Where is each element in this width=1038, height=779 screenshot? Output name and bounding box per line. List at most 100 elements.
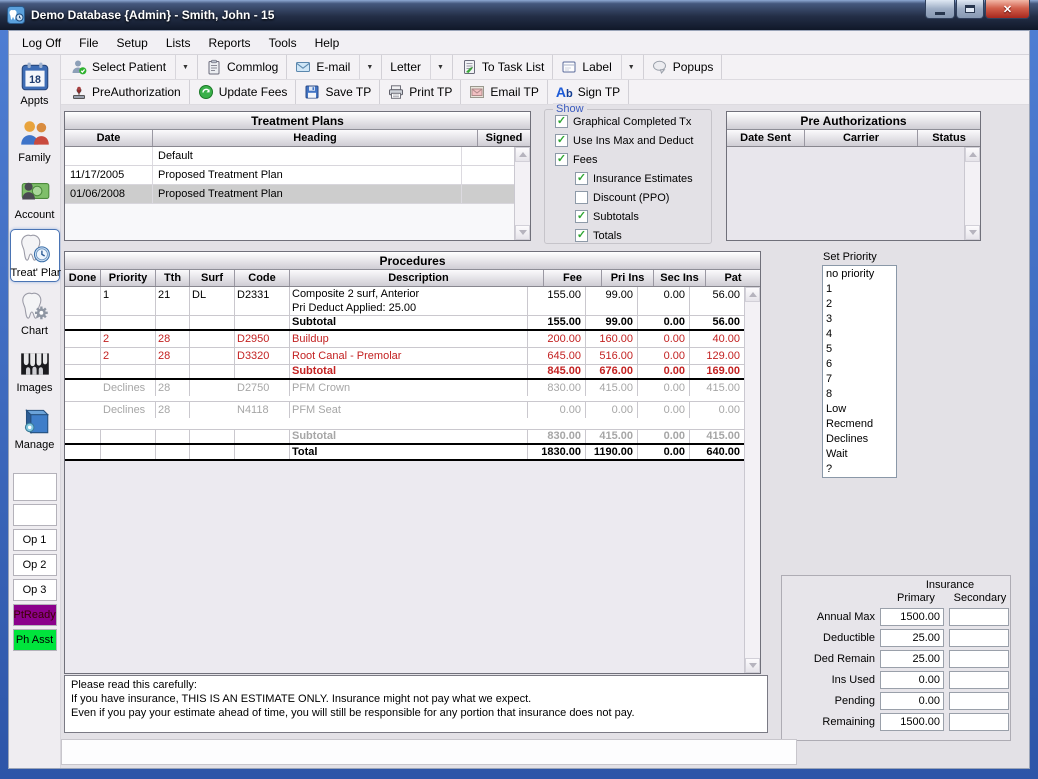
priority-option[interactable]: Declines xyxy=(826,432,896,447)
annual-max-secondary-field[interactable] xyxy=(949,608,1009,626)
op-button-1[interactable]: Op 1 xyxy=(13,529,57,551)
menu-lists[interactable]: Lists xyxy=(157,33,200,53)
priority-option[interactable]: 6 xyxy=(826,357,896,372)
maximize-button[interactable] xyxy=(956,0,984,19)
priority-option[interactable]: Low xyxy=(826,402,896,417)
manage-icon xyxy=(18,404,52,438)
scroll-down-button[interactable] xyxy=(965,225,980,240)
to-task-list-button[interactable]: To Task List xyxy=(453,55,553,79)
procedure-row[interactable]: 2 28 D3320 Root Canal - Premolar 645.00 … xyxy=(65,348,744,365)
scroll-up-button[interactable] xyxy=(515,147,530,162)
minimize-button[interactable] xyxy=(925,0,955,19)
set-priority-list[interactable]: no priority 1 2 3 4 5 6 7 8 Low Recmend … xyxy=(822,265,897,478)
checkbox-fees[interactable]: ✓ Fees xyxy=(555,152,711,167)
checkbox-use-ins-max-and-deduct[interactable]: ✓ Use Ins Max and Deduct xyxy=(555,133,711,148)
save-tp-button[interactable]: Save TP xyxy=(296,80,380,104)
dropdown-arrow-icon[interactable]: ▼ xyxy=(621,55,635,79)
popups-button[interactable]: Popups xyxy=(644,55,723,79)
column-header-priority: Priority xyxy=(101,270,156,286)
priority-option[interactable]: Wait xyxy=(826,447,896,462)
sign-tp-button[interactable]: Ab Sign TP xyxy=(548,80,629,104)
priority-option[interactable]: Recmend xyxy=(826,417,896,432)
sidebar-item-account[interactable]: Account xyxy=(10,172,60,223)
email-button[interactable]: E-mail ▼ xyxy=(287,55,382,79)
check-icon: ✓ xyxy=(557,154,566,165)
treatment-plan-row[interactable]: Default xyxy=(65,147,514,166)
scroll-down-button[interactable] xyxy=(745,658,760,673)
sidebar-item-chart[interactable]: Chart xyxy=(10,288,60,339)
checkbox-totals[interactable]: ✓ Totals xyxy=(575,228,711,243)
op-button-3[interactable]: Op 3 xyxy=(13,579,57,601)
priority-option[interactable]: 2 xyxy=(826,297,896,312)
treatment-plans-scrollbar[interactable] xyxy=(514,147,530,240)
scroll-up-button[interactable] xyxy=(965,147,980,162)
priority-option[interactable]: 1 xyxy=(826,282,896,297)
update-fees-button[interactable]: Update Fees xyxy=(190,80,297,104)
cell-tth: 28 xyxy=(156,348,190,364)
treatment-plan-row[interactable]: 11/17/2005 Proposed Treatment Plan xyxy=(65,166,514,185)
preauthorization-button[interactable]: PreAuthorization xyxy=(63,80,190,104)
ins-used-primary-field[interactable]: 0.00 xyxy=(880,671,944,689)
menu-setup[interactable]: Setup xyxy=(107,33,156,53)
treatment-plan-row[interactable]: 01/06/2008 Proposed Treatment Plan xyxy=(65,185,514,204)
priority-option[interactable]: 8 xyxy=(826,387,896,402)
menu-reports[interactable]: Reports xyxy=(200,33,260,53)
deductible-secondary-field[interactable] xyxy=(949,629,1009,647)
priority-option[interactable]: 3 xyxy=(826,312,896,327)
scroll-up-button[interactable] xyxy=(745,287,760,302)
pending-secondary-field[interactable] xyxy=(949,692,1009,710)
dropdown-arrow-icon[interactable]: ▼ xyxy=(175,55,189,79)
dropdown-arrow-icon[interactable]: ▼ xyxy=(359,55,373,79)
status-ptready-button[interactable]: PtReady xyxy=(13,604,57,626)
select-patient-button[interactable]: Select Patient ▼ xyxy=(63,55,198,79)
print-tp-button[interactable]: Print TP xyxy=(380,80,461,104)
checkbox-insurance-estimates[interactable]: ✓ Insurance Estimates xyxy=(575,171,711,186)
sidebar-item-manage[interactable]: Manage xyxy=(10,402,60,453)
cell-sec-ins: 0.00 xyxy=(638,287,690,315)
pre-authorizations-scrollbar[interactable] xyxy=(964,147,980,240)
remaining-secondary-field[interactable] xyxy=(949,713,1009,731)
menu-tools[interactable]: Tools xyxy=(260,33,306,53)
priority-option[interactable]: 5 xyxy=(826,342,896,357)
priority-option[interactable]: 7 xyxy=(826,372,896,387)
priority-option[interactable]: ? xyxy=(826,462,896,477)
procedure-row[interactable]: 2 28 D2950 Buildup 200.00 160.00 0.00 40… xyxy=(65,331,744,348)
cell-pat: 56.00 xyxy=(690,287,744,315)
ded-remain-primary-field[interactable]: 25.00 xyxy=(880,650,944,668)
ded-remain-secondary-field[interactable] xyxy=(949,650,1009,668)
procedure-row[interactable]: Declines 28 D2750 PFM Crown 830.00 415.0… xyxy=(65,380,744,402)
label-button[interactable]: Label ▼ xyxy=(553,55,643,79)
operatory-cell-empty[interactable] xyxy=(13,473,57,501)
cell-signed xyxy=(462,166,514,184)
priority-option[interactable]: no priority xyxy=(826,267,896,282)
letter-button[interactable]: Letter ▼ xyxy=(382,55,453,79)
op-button-2[interactable]: Op 2 xyxy=(13,554,57,576)
email-tp-button[interactable]: Email TP xyxy=(461,80,547,104)
commlog-icon xyxy=(206,59,222,75)
priority-option[interactable]: 4 xyxy=(826,327,896,342)
menu-log-off[interactable]: Log Off xyxy=(13,33,70,53)
checkbox-discount-ppo[interactable]: ✓ Discount (PPO) xyxy=(575,190,711,205)
procedure-row[interactable]: 1 21 DL D2331 Composite 2 surf, Anterior… xyxy=(65,287,744,316)
commlog-button[interactable]: Commlog xyxy=(198,55,287,79)
ins-used-secondary-field[interactable] xyxy=(949,671,1009,689)
checkbox-graphical-completed-tx[interactable]: ✓ Graphical Completed Tx xyxy=(555,114,711,129)
annual-max-primary-field[interactable]: 1500.00 xyxy=(880,608,944,626)
operatory-cell-empty[interactable] xyxy=(13,504,57,526)
close-button[interactable]: ✕ xyxy=(985,0,1030,19)
sidebar-item-family[interactable]: Family xyxy=(10,115,60,166)
menu-file[interactable]: File xyxy=(70,33,107,53)
status-phasst-button[interactable]: Ph Asst xyxy=(13,629,57,651)
sidebar-item-images[interactable]: Images xyxy=(10,345,60,396)
remaining-primary-field[interactable]: 1500.00 xyxy=(880,713,944,731)
checkbox-subtotals[interactable]: ✓ Subtotals xyxy=(575,209,711,224)
dropdown-arrow-icon[interactable]: ▼ xyxy=(430,55,444,79)
procedure-row[interactable]: Declines 28 N4118 PFM Seat 0.00 0.00 0.0… xyxy=(65,402,744,430)
deductible-primary-field[interactable]: 25.00 xyxy=(880,629,944,647)
sidebar-item-treat-plan[interactable]: Treat' Plan xyxy=(10,229,60,282)
pending-primary-field[interactable]: 0.00 xyxy=(880,692,944,710)
procedures-scrollbar[interactable] xyxy=(744,287,760,673)
scroll-down-button[interactable] xyxy=(515,225,530,240)
sidebar-item-appts[interactable]: 18 Appts xyxy=(10,58,60,109)
menu-help[interactable]: Help xyxy=(306,33,349,53)
